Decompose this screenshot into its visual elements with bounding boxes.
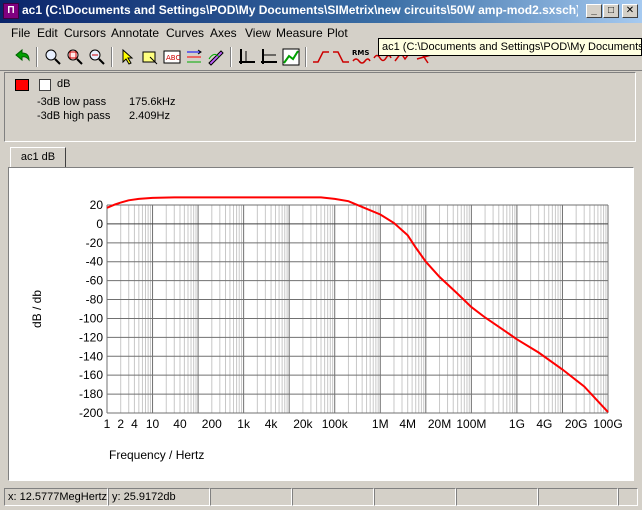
x-tick-label: 1 (104, 417, 111, 431)
chart[interactable]: 200-20-40-60-80-100-120-140-160-180-2001… (9, 168, 633, 480)
curves-icon[interactable] (184, 47, 204, 67)
x-readout: x: 12.5777MegHertz (4, 488, 108, 506)
x-tick-label: 20M (428, 417, 451, 431)
menu-plot[interactable]: Plot (327, 26, 348, 40)
title-bar: Π ac1 (C:\Documents and Settings\POD\My … (0, 0, 642, 23)
app-icon[interactable]: Π (3, 3, 19, 19)
minimize-button[interactable]: _ (586, 4, 602, 18)
y-tick-label: -60 (86, 274, 104, 288)
svg-text:ABC: ABC (166, 54, 180, 62)
rise-time-icon[interactable] (311, 47, 331, 67)
y-tick-label: -200 (79, 406, 103, 420)
measurement-row-lowpass: -3dB low pass 175.6kHz (37, 96, 175, 108)
status-cell (210, 488, 292, 506)
fall-time-icon[interactable] (331, 47, 351, 67)
x-tick-label: 100k (322, 417, 349, 431)
x-tick-label: 4 (131, 417, 138, 431)
tab-ac1-db[interactable]: ac1 dB (10, 147, 66, 167)
rms-label: RMS (352, 49, 369, 57)
text-label-icon[interactable]: ABC (162, 47, 182, 67)
annotate-icon[interactable] (140, 47, 160, 67)
x-tick-label: 100G (593, 417, 622, 431)
menu-annotate[interactable]: Annotate (111, 26, 159, 40)
y-tick-label: -140 (79, 349, 103, 363)
status-cell (538, 488, 618, 506)
x-tick-label: 20G (565, 417, 588, 431)
curve-checkbox[interactable] (39, 79, 51, 91)
axes-icon[interactable] (237, 47, 257, 67)
undo-icon[interactable] (12, 47, 32, 67)
legend-panel: dB -3dB low pass 175.6kHz -3dB high pass… (4, 72, 636, 142)
x-tick-label: 1M (372, 417, 389, 431)
maximize-button[interactable]: □ (603, 4, 619, 18)
y-tick-label: -100 (79, 311, 103, 325)
y-axis-label: dB / db (30, 290, 44, 328)
x-tick-label: 2 (117, 417, 124, 431)
y-readout: y: 25.9172db (108, 488, 210, 506)
menu-file[interactable]: File (11, 26, 30, 40)
menu-edit[interactable]: Edit (37, 26, 58, 40)
x-tick-label: 1k (237, 417, 251, 431)
menu-view[interactable]: View (245, 26, 271, 40)
plot-area[interactable]: 20 0 -20 -40 -60 -80 -100 -120 -140 -160 -180 -200 1… (8, 167, 634, 481)
curve-color-swatch[interactable] (15, 79, 29, 91)
status-cell (374, 488, 456, 506)
status-cell (456, 488, 538, 506)
measurement-label: -3dB high pass (37, 110, 111, 122)
toolbar-separator (111, 47, 113, 67)
toolbar-separator (305, 47, 307, 67)
status-bar: x: 12.5777MegHertz y: 25.9172db (0, 486, 642, 508)
x-tick-label: 100M (456, 417, 486, 431)
zoom-out-icon[interactable] (87, 47, 107, 67)
y-tick-label: 0 (96, 217, 103, 231)
x-tick-label: 10 (146, 417, 160, 431)
x-tick-label: 40 (173, 417, 187, 431)
window-title: ac1 (C:\Documents and Settings\POD\My Do… (22, 3, 578, 17)
x-tick-label: 200 (202, 417, 222, 431)
x-tick-label: 4G (536, 417, 552, 431)
y-tick-label: -20 (86, 236, 104, 250)
zoom-in-icon[interactable] (43, 47, 63, 67)
x-axis-label: Frequency / Hertz (109, 448, 204, 462)
toolbar-separator (36, 47, 38, 67)
series-line (106, 196, 609, 413)
toolbar-separator (230, 47, 232, 67)
menu-measure[interactable]: Measure (276, 26, 323, 40)
edit-curve-icon[interactable] (206, 47, 226, 67)
x-tick-label: 4M (399, 417, 416, 431)
size-grip[interactable] (618, 488, 638, 506)
cursor-icon[interactable] (118, 47, 138, 67)
y-tick-label: -180 (79, 387, 103, 401)
y-tick-label: -40 (86, 255, 104, 269)
y-tick-label: -80 (86, 293, 104, 307)
menu-cursors[interactable]: Cursors (64, 26, 106, 40)
curve-label: dB (57, 78, 71, 90)
status-cell (292, 488, 374, 506)
rms-icon[interactable]: RMS (351, 47, 371, 67)
x-tick-label: 20k (293, 417, 313, 431)
close-button[interactable]: ✕ (622, 4, 638, 18)
tooltip: ac1 (C:\Documents and Settings\POD\My Do… (378, 38, 642, 56)
measurement-value: 2.409Hz (129, 110, 170, 122)
y-tick-label: -120 (79, 330, 103, 344)
zoom-region-icon[interactable] (65, 47, 85, 67)
x-tick-label: 4k (265, 417, 279, 431)
measurement-label: -3dB low pass (37, 96, 107, 108)
x-tick-label: 1G (509, 417, 525, 431)
menu-axes[interactable]: Axes (210, 26, 237, 40)
grid-icon[interactable] (259, 47, 279, 67)
measurement-row-highpass: -3dB high pass 2.409Hz (37, 110, 170, 122)
menu-curves[interactable]: Curves (166, 26, 204, 40)
plot-graph-icon[interactable] (281, 47, 301, 67)
measurement-value: 175.6kHz (129, 96, 176, 108)
y-tick-label: 20 (90, 198, 104, 212)
y-tick-label: -160 (79, 368, 103, 382)
